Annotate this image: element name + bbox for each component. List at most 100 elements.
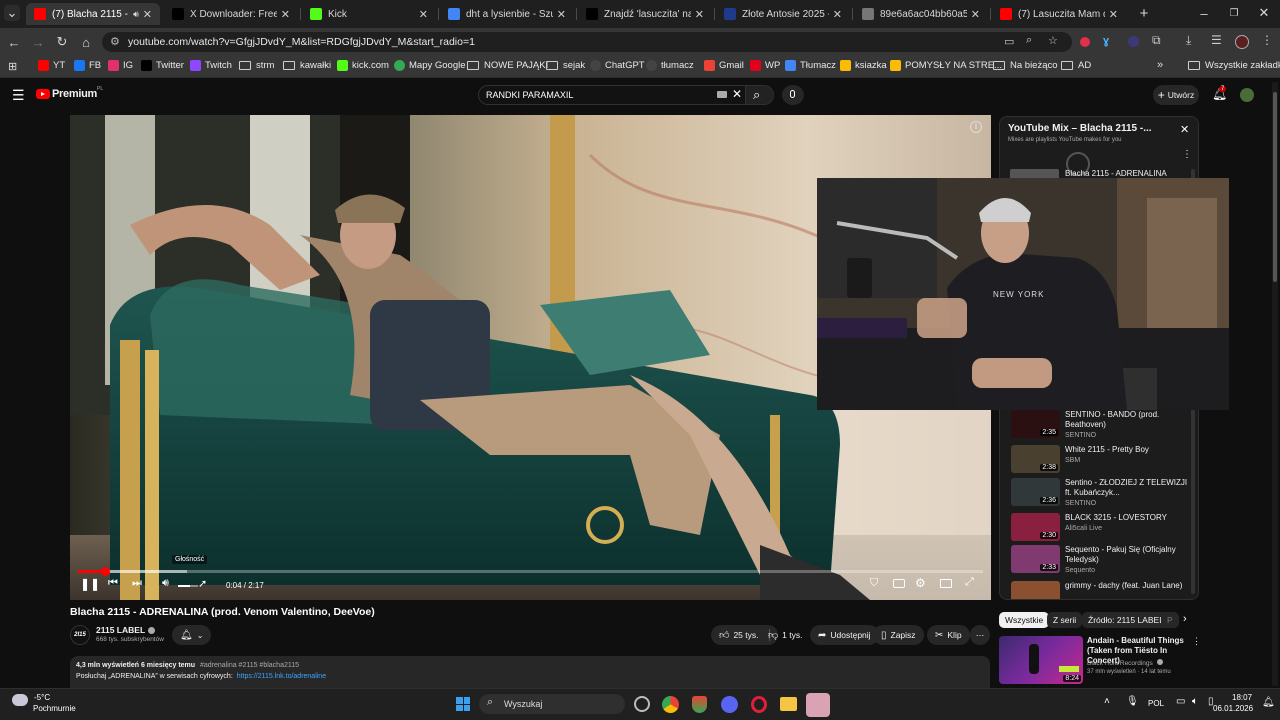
bookmark-gmail[interactable]: Gmail [704, 60, 744, 71]
account-avatar[interactable] [1240, 88, 1254, 102]
bookmark-star-icon[interactable]: ☆ [1048, 34, 1058, 47]
close-tab-icon[interactable]: ✕ [281, 8, 290, 21]
bookmark-ad[interactable]: AD [1061, 60, 1091, 71]
filter-chip[interactable]: Źródło: 2115 LABEL [1082, 612, 1170, 628]
bookmark-pomys-y-na-stre-[interactable]: POMYSŁY NA STRE... [890, 60, 1002, 71]
bookmark-kick-com[interactable]: kick.com [337, 60, 389, 71]
share-button[interactable]: ➦ Udostępnij [810, 625, 879, 645]
close-tab-icon[interactable]: ✕ [1109, 8, 1118, 21]
channel-name[interactable]: 2115 LABEL [96, 625, 156, 635]
search-input[interactable]: RANDKI PARAMAXIL ✕ [478, 85, 746, 105]
playlist-item[interactable]: 2:30 BLACK 3215 - LOVESTORY Ali5cali Live [1010, 513, 1190, 543]
filter-chip[interactable]: P [1161, 612, 1179, 628]
settings-gear-icon[interactable]: ⚙ [915, 576, 926, 590]
bookmark-twitch[interactable]: Twitch [190, 60, 232, 71]
subtitles-icon[interactable] [893, 579, 905, 588]
bookmark-t-umacz[interactable]: Tłumacz [785, 60, 836, 71]
keyboard-icon[interactable] [717, 91, 727, 98]
close-playlist-icon[interactable]: ✕ [1180, 123, 1189, 136]
clear-search-icon[interactable]: ✕ [732, 87, 742, 101]
bookmark-strm[interactable]: strm [239, 60, 274, 71]
tray-chevron-icon[interactable]: ˄ [1104, 696, 1110, 707]
create-button[interactable]: + Utwórz [1153, 85, 1199, 105]
browser-tab[interactable]: Znajdź 'lasuczita' na TikTo ✕ [578, 3, 712, 25]
close-tab-icon[interactable]: ✕ [557, 8, 566, 21]
bookmark-twitter[interactable]: Twitter [141, 60, 184, 71]
shield-app-icon[interactable] [692, 696, 707, 713]
new-tab-button[interactable]: + [1136, 5, 1152, 22]
description-link[interactable]: https://2115.lnk.to/adrenaline [237, 673, 326, 680]
playlist-item[interactable]: 2:38 White 2115 - Pretty Boy SBM [1010, 445, 1190, 475]
minimize-button[interactable]: – [1196, 5, 1212, 21]
bookmark-ksiazka[interactable]: ksiazka [840, 60, 887, 71]
fullscreen-icon[interactable]: ⤢ [965, 576, 974, 589]
back-button[interactable]: ← [6, 34, 22, 50]
forward-button[interactable]: → [30, 34, 46, 50]
info-icon[interactable]: i [970, 121, 982, 133]
dislike-button[interactable]: 👎︎ 1 tys. [760, 625, 810, 645]
page-scrollbar[interactable] [1272, 82, 1278, 686]
playlist-menu-icon[interactable]: ⋮ [1182, 149, 1192, 160]
bookmark-t-umacz[interactable]: tłumacz [646, 60, 694, 71]
tab-audio-icon[interactable]: 🔊︎ [133, 9, 139, 20]
playlist-item[interactable]: 2:36 Sentino - ZŁODZIEJ Z TELEWIZJI ft. K… [1010, 478, 1190, 508]
opera-icon[interactable] [751, 696, 767, 713]
maximize-button[interactable]: ❐ [1226, 5, 1242, 21]
bookmark-sejak[interactable]: sejak [546, 60, 585, 71]
browser-tab[interactable]: (7) Blacha 2115 - ADRE🔊︎ ✕ [26, 3, 160, 25]
close-tab-icon[interactable]: ✕ [695, 8, 704, 21]
recommendation-item[interactable]: 8:24 Andain - Beautiful Things (Taken fr… [999, 636, 1201, 686]
bookmark-fb[interactable]: FB [74, 60, 101, 71]
extension-icon[interactable] [1128, 36, 1139, 47]
clock-date[interactable]: 06.01.2026 [1213, 704, 1253, 713]
subscription-bell-button[interactable]: 🔔︎ ⌄ [172, 625, 212, 645]
recommendation-menu-icon[interactable]: ⋮ [1192, 636, 1201, 647]
voice-search-button[interactable] [782, 85, 804, 105]
filter-chip[interactable]: Z serii [1047, 612, 1083, 628]
record-extension-icon[interactable] [1080, 37, 1090, 47]
more-actions-button[interactable]: ⋯ [970, 625, 990, 645]
close-tab-icon[interactable]: ✕ [971, 8, 980, 21]
microphone-tray-icon[interactable]: 🎙︎ [1126, 696, 1139, 707]
more-bookmarks-chevron-icon[interactable]: » [1157, 59, 1163, 71]
save-button[interactable]: ▯ Zapisz [873, 625, 924, 645]
reload-button[interactable]: ↻ [54, 34, 70, 50]
download-icon[interactable]: ⤓ [1186, 33, 1191, 48]
reading-list-icon[interactable]: ☰ [1211, 33, 1222, 47]
browser-tab[interactable]: dht a lysienbie - Szukaj w ✕ [440, 3, 574, 25]
clock-time[interactable]: 18:07 [1232, 693, 1252, 702]
miniplayer-icon[interactable] [940, 579, 952, 588]
volume-slider[interactable] [178, 585, 198, 587]
browser-tab[interactable]: Złote Antosie 2025 - Najw ✕ [716, 3, 850, 25]
taskbar-task-icon[interactable] [634, 696, 650, 712]
address-bar[interactable]: ⚙ youtube.com/watch?v=GfgjJDvdY_M&list=R… [102, 32, 1072, 52]
tab-search-button[interactable]: ⌄ [4, 5, 20, 21]
playlist-item[interactable]: 2:33 Sequento - Pakuj Się (Oficjalny Tele… [1010, 545, 1190, 575]
channel-avatar[interactable]: 2I15 [70, 625, 90, 645]
bookmark-ig[interactable]: IG [108, 60, 133, 71]
weather-icon[interactable] [12, 694, 28, 706]
next-button[interactable]: ⏭︎ [132, 577, 142, 590]
extensions-puzzle-icon[interactable]: ⧉ [1152, 33, 1161, 48]
apps-grid-icon[interactable]: ⊞ [8, 60, 17, 73]
progress-bar[interactable] [78, 567, 983, 576]
bookmark-kawa-ki[interactable]: kawałki [283, 60, 331, 71]
playlist-item[interactable]: grimmy - dachy (feat. Juan Lane) [1010, 581, 1190, 599]
cast-icon[interactable]: ▭ [1004, 35, 1014, 48]
volume-icon[interactable]: 🔊︎ [162, 577, 169, 590]
description-box[interactable]: 4,3 mln wyświetleń 6 miesięcy temu #adre… [70, 656, 990, 688]
bookmark-mapy-google[interactable]: Mapy Google [394, 60, 466, 71]
file-explorer-icon[interactable] [780, 697, 797, 711]
discord-icon[interactable] [721, 696, 738, 713]
sponsor-shield-icon[interactable]: ⛉ [870, 577, 878, 590]
bookmark-yt[interactable]: YT [38, 60, 65, 71]
bookmark-chatgpt[interactable]: ChatGPT [590, 60, 645, 71]
search-button[interactable]: ⌕ [746, 85, 774, 105]
browser-tab[interactable]: Kick ✕ [302, 3, 436, 25]
chips-next-chevron-icon[interactable]: › [1183, 613, 1187, 625]
network-icon[interactable]: ▭ [1176, 696, 1185, 707]
home-button[interactable]: ⌂ [78, 34, 94, 50]
filter-chip[interactable]: Wszystkie [999, 612, 1050, 628]
close-tab-icon[interactable]: ✕ [143, 8, 152, 21]
playlist-item[interactable]: 2:35 SENTINO - BANDO (prod. Beathoven) SEN… [1010, 410, 1190, 440]
